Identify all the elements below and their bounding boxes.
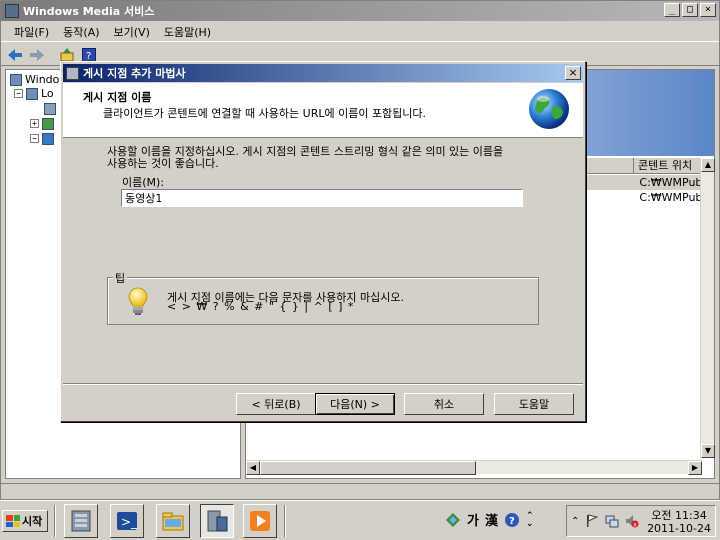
svg-text:?: ? [86,51,91,62]
node-icon [44,102,56,115]
node-icon [42,117,54,130]
dialog-titlebar[interactable]: 게시 지점 추가 마법사 × [63,64,583,82]
lightbulb-icon [128,287,148,315]
maximize-button[interactable]: □ [682,3,698,17]
menubar: 파일(F) 동작(A) 보기(V) 도움말(H) [1,22,719,42]
close-button[interactable]: × [700,3,716,17]
window-title: Windows Media 서비스 [23,5,155,18]
svg-text:?: ? [509,516,515,527]
wizard-step-subtitle: 클라이언트가 콘텐트에 연결할 때 사용하는 URL에 이름이 포함됩니다. [103,107,427,120]
next-button[interactable]: 다음(N) > [315,393,395,415]
volume-muted-icon[interactable]: x [625,514,639,528]
main-titlebar[interactable]: Windows Media 서비스 _ □ × [1,1,719,21]
add-publishing-point-wizard: 게시 지점 추가 마법사 × 게시 지점 이름 클라이언트가 콘텐트에 연결할 … [60,61,586,422]
collapse-icon[interactable]: − [30,134,39,143]
language-bar: 가 漢 ? ⌃ ⌄ [445,510,534,529]
back-button[interactable]: < 뒤로(B) [236,393,316,415]
start-button[interactable]: 시작 [2,510,48,532]
server-icon [26,87,38,100]
menu-view[interactable]: 보기(V) [107,24,157,40]
console-root-icon [10,73,22,86]
cancel-button[interactable]: 취소 [404,393,484,415]
language-icon[interactable] [445,512,461,528]
help-button[interactable]: 도움말 [494,393,574,415]
svg-text:>_: >_ [121,515,138,529]
ime-help-icon[interactable]: ? [504,512,520,528]
clock[interactable]: 오전 11:34 2011-10-24 [647,509,711,535]
content-location: C:₩WMPub [639,191,702,204]
column-header-content-location[interactable]: 콘텐트 위치 [634,158,702,174]
statusbar [1,483,719,499]
tree-label: Windo [25,73,60,86]
scroll-up-icon[interactable]: ▲ [701,158,715,172]
dialog-close-button[interactable]: × [565,66,581,80]
language-bar-options-icon[interactable]: ⌃ ⌄ [526,511,534,528]
tree-child[interactable]: + [30,116,54,131]
server-manager-icon[interactable] [64,504,98,538]
app-icon [5,4,19,18]
back-icon[interactable] [6,46,24,64]
windows-logo-icon [6,515,20,527]
start-label: 시작 [22,515,43,528]
scroll-left-icon[interactable]: ◀ [246,461,260,475]
tree-server[interactable]: − Lo [14,86,54,101]
scroll-thumb[interactable] [260,461,476,475]
menu-file[interactable]: 파일(F) [7,24,56,40]
expand-icon[interactable]: + [30,119,39,128]
instructions: 사용할 이름을 지정하십시오. 게시 지점의 콘텐트 스트리밍 형식 같은 의미… [107,146,547,170]
show-hidden-icons-icon[interactable]: ⌃ [571,516,579,527]
horizontal-scrollbar[interactable]: ◀ ▶ [246,460,702,475]
tip-legend: 팁 [113,270,128,286]
clock-date: 2011-10-24 [647,522,711,535]
tree-root[interactable]: Windo [10,72,59,87]
powershell-icon[interactable]: >_ [110,504,144,538]
separator [63,383,583,385]
scroll-down-icon[interactable]: ▼ [701,444,715,458]
tree-label: Lo [41,87,54,100]
forward-icon[interactable] [28,46,46,64]
vertical-scrollbar[interactable]: ▲ ▼ [700,158,715,458]
clock-time: 오전 11:34 [651,509,707,522]
name-field-label: 이름(M): [122,176,165,189]
node-icon [42,132,54,145]
tree-child[interactable]: − [30,131,54,146]
notification-area: ⌃ x 오전 11:34 2011-10-24 [566,505,716,537]
windows-media-services-taskbar-icon[interactable] [200,504,234,538]
publishing-point-name-input[interactable] [121,189,523,207]
collapse-icon[interactable]: − [14,89,23,98]
dialog-title: 게시 지점 추가 마법사 [83,67,186,80]
tip-forbidden-chars: < > ₩ ? % & # " { } | ^ [ ] * [167,300,355,313]
menu-action[interactable]: 동작(A) [56,24,106,40]
globe-icon [529,89,569,129]
svg-text:x: x [634,522,638,529]
hangul-mode-indicator[interactable]: 가 [467,510,479,529]
wizard-icon [66,66,79,80]
content-location: C:₩WMPub [639,176,702,189]
menu-help[interactable]: 도움말(H) [157,24,218,40]
wizard-step-title: 게시 지점 이름 [83,91,152,104]
taskbar-separator [54,505,56,537]
action-center-flag-icon[interactable] [585,514,599,528]
taskbar-separator [284,505,286,537]
explorer-icon[interactable] [156,504,190,538]
tree-child[interactable] [44,101,56,116]
media-player-icon[interactable] [243,504,277,538]
taskbar: 시작 >_ 가 漢 ? ⌃ ⌄ ⌃ x 오전 11:34 2011-10-24 [0,500,720,540]
network-icon[interactable] [605,514,619,528]
hanja-mode-indicator[interactable]: 漢 [485,510,498,529]
wizard-header: 게시 지점 이름 클라이언트가 콘텐트에 연결할 때 사용하는 URL에 이름이… [63,83,583,138]
scroll-right-icon[interactable]: ▶ [688,461,702,475]
instructions-line: 사용하는 것이 좋습니다. [107,157,219,170]
minimize-button[interactable]: _ [664,3,680,17]
